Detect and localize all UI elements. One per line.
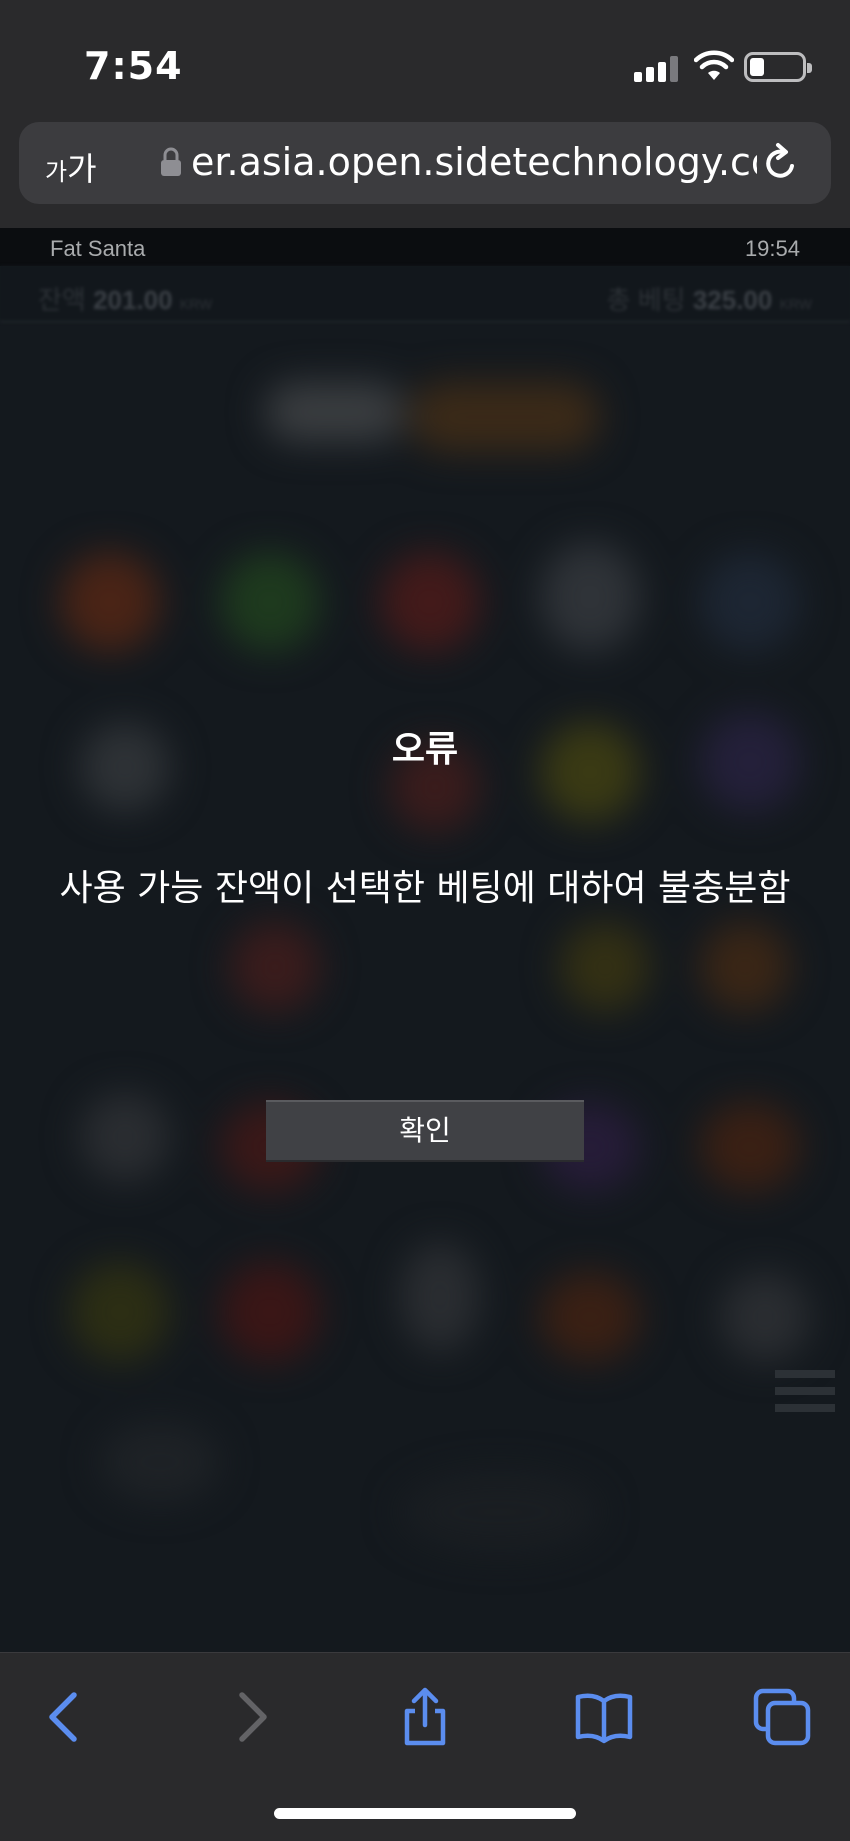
blurred-game-board [0,322,850,1652]
balance-row: 잔액 201.00 KRW 총 베팅 325.00 KRW [0,266,850,322]
text-size-button[interactable]: 가가 [45,144,97,190]
battery-icon [744,52,812,82]
balance-display: 잔액 201.00 KRW [38,285,213,315]
back-icon[interactable] [36,1687,96,1747]
game-page: Fat Santa 19:54 잔액 201.00 KRW 총 베팅 325.0… [0,228,850,1652]
browser-address-area: 가가 er.asia.open.sidetechnology.co [0,122,850,228]
cellular-signal-icon [634,56,680,82]
game-title: Fat Santa [50,236,146,261]
status-time: 7:54 [84,44,183,88]
game-clock: 19:54 [744,236,800,261]
wifi-icon [694,50,734,80]
bookmarks-icon[interactable] [574,1687,634,1747]
battery-level [750,58,764,76]
lock-icon [161,147,181,176]
tabs-icon[interactable] [752,1687,812,1747]
dialog-message: 사용 가능 잔액이 선택한 베팅에 대하여 불충분함 [59,868,791,909]
total-bet-display: 총 베팅 325.00 KRW [606,285,812,315]
forward-icon[interactable] [220,1687,280,1747]
address-bar[interactable]: 가가 er.asia.open.sidetechnology.co [19,122,831,204]
home-indicator [274,1808,576,1819]
confirm-button[interactable]: 확인 [266,1100,584,1162]
game-header: Fat Santa 19:54 [0,228,850,266]
status-bar: 7:54 [0,0,850,122]
url-text[interactable]: er.asia.open.sidetechnology.co [191,140,757,184]
dialog-title: 오류 [391,729,459,770]
game-menu-icon[interactable] [775,1370,835,1420]
reload-icon[interactable] [761,142,801,184]
share-icon[interactable] [395,1687,455,1747]
